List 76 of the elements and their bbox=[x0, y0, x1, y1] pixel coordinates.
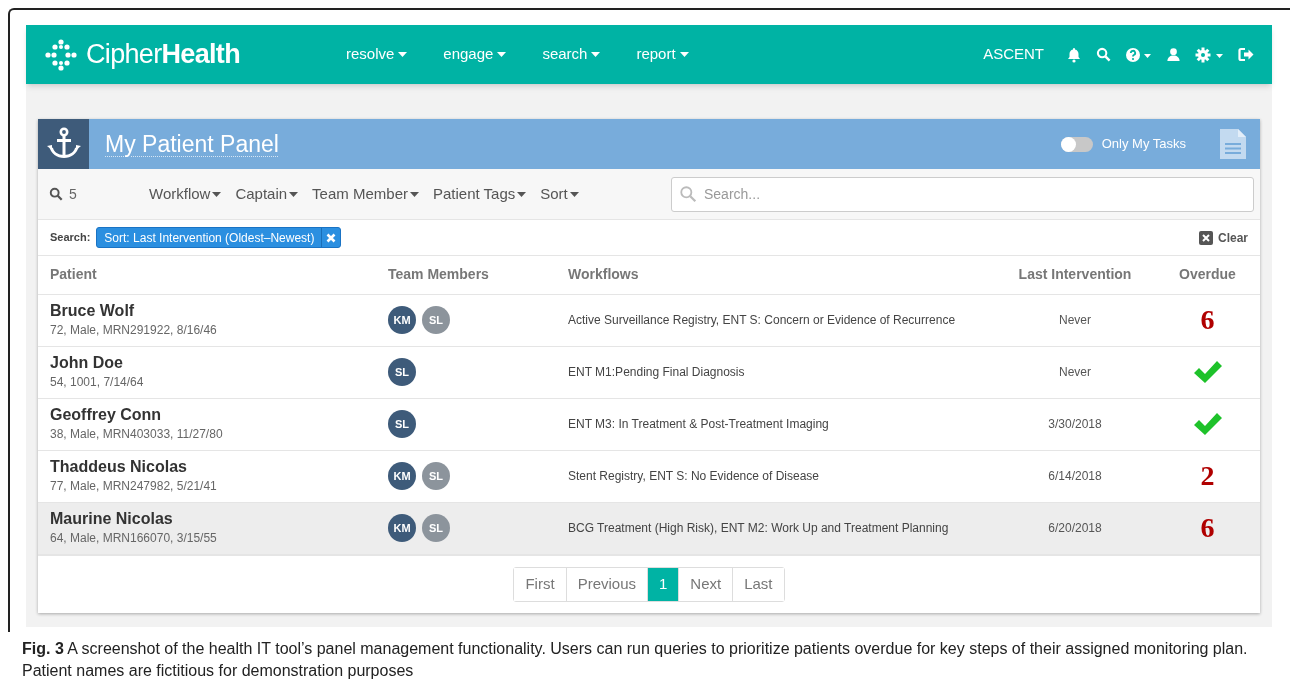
column-header: Last Intervention bbox=[995, 256, 1155, 294]
patient-details: 77, Male, MRN247982, 5/21/41 bbox=[50, 478, 218, 495]
workflow-cell: ENT M1:Pending Final Diagnosis bbox=[568, 346, 995, 398]
workflow-cell: Stent Registry, ENT S: No Evidence of Disease bbox=[568, 450, 995, 502]
caret-icon bbox=[398, 52, 408, 57]
last-intervention-cell: 3/30/2018 bbox=[995, 398, 1155, 450]
filter-dropdown[interactable]: Team Member bbox=[312, 182, 419, 206]
overdue-count: 6 bbox=[1200, 512, 1215, 543]
last-intervention-cell: 6/20/2018 bbox=[995, 502, 1155, 554]
caret-icon bbox=[497, 52, 507, 57]
caret-icon bbox=[679, 52, 689, 57]
logout-icon[interactable] bbox=[1238, 47, 1254, 62]
filter-dropdown[interactable]: Workflow bbox=[149, 182, 222, 206]
anchor-icon bbox=[45, 127, 82, 161]
table-row[interactable]: Geoffrey Conn 38, Male, MRN403033, 11/27/80 SL ENT M3: In Treatment & Post-Treatment Imaging 3/30/2018 bbox=[38, 398, 1260, 450]
page-button[interactable]: Last bbox=[732, 567, 784, 601]
search-icon bbox=[49, 187, 63, 201]
checkmark-icon bbox=[1192, 412, 1223, 437]
patient-name[interactable]: John Doe bbox=[50, 353, 388, 373]
search-label: Search: bbox=[50, 230, 91, 246]
patient-details: 64, Male, MRN166070, 3/15/55 bbox=[50, 530, 218, 547]
workflow-cell: ENT M3: In Treatment & Post-Treatment Imaging bbox=[568, 398, 995, 450]
caret-icon bbox=[591, 52, 601, 57]
column-header: Patient bbox=[38, 256, 388, 294]
checkmark-icon bbox=[1192, 360, 1223, 385]
settings-icon[interactable] bbox=[1195, 46, 1224, 63]
member-avatar[interactable]: KM bbox=[388, 306, 416, 334]
overdue-count: 2 bbox=[1200, 460, 1215, 491]
caret-icon bbox=[289, 191, 299, 197]
patient-details: 72, Male, MRN291922, 8/16/46 bbox=[50, 322, 218, 339]
help-icon[interactable] bbox=[1125, 46, 1152, 63]
table-row[interactable]: John Doe 54, 1001, 7/14/64 SL ENT M1:Pending Final Diagnosis Never bbox=[38, 346, 1260, 398]
member-avatar[interactable]: SL bbox=[388, 410, 416, 438]
document-icon[interactable] bbox=[1220, 129, 1246, 159]
close-icon bbox=[1198, 230, 1213, 245]
member-avatar[interactable]: KM bbox=[388, 462, 416, 490]
member-avatar[interactable]: SL bbox=[388, 358, 416, 386]
clear-button[interactable]: Clear bbox=[1198, 228, 1248, 247]
toggle-switch[interactable] bbox=[1060, 136, 1093, 152]
search-icon[interactable] bbox=[1096, 47, 1111, 62]
patient-name[interactable]: Bruce Wolf bbox=[50, 301, 388, 321]
search-field[interactable]: Search... bbox=[671, 176, 1254, 212]
patient-name[interactable]: Thaddeus Nicolas bbox=[50, 457, 388, 477]
overdue-count: 6 bbox=[1200, 304, 1215, 335]
logo-text: CipherHealth bbox=[86, 38, 240, 72]
close-icon[interactable] bbox=[326, 232, 337, 243]
patient-name[interactable]: Maurine Nicolas bbox=[50, 509, 388, 529]
column-header: Team Members bbox=[388, 256, 568, 294]
workflow-cell: BCG Treatment (High Risk), ENT M2: Work Up and Treatment Planning bbox=[568, 502, 995, 554]
caret-icon bbox=[409, 191, 419, 197]
workflow-cell: Active Surveillance Registry, ENT S: Concern or Evidence of Recurrence bbox=[568, 294, 995, 346]
column-header: Overdue bbox=[1155, 256, 1260, 294]
caret-icon bbox=[517, 191, 527, 197]
member-avatar[interactable]: KM bbox=[388, 514, 416, 542]
table-row[interactable]: Bruce Wolf 72, Male, MRN291922, 8/16/46 KM SL Active Surveillance Registry, ENT S: Concern or Evidence of Recurrence Never 6 bbox=[38, 294, 1260, 346]
result-count: 5 bbox=[69, 184, 78, 204]
user-icon[interactable] bbox=[1166, 47, 1181, 62]
search-icon bbox=[679, 184, 697, 203]
logo-icon bbox=[44, 37, 78, 72]
patient-details: 54, 1001, 7/14/64 bbox=[50, 374, 145, 391]
figure-caption: Fig. 3 A screenshot of the health IT tool’s panel management functionality. Users can run queries to prioritize patients overdue for key steps of their assigned monitoring plan. Patient names are fictitious for demonstration purposes bbox=[22, 639, 1249, 681]
panel-title: My Patient Panel bbox=[105, 129, 279, 159]
toggle-label: Only My Tasks bbox=[1101, 135, 1186, 154]
notification-bell-icon[interactable] bbox=[1066, 46, 1082, 63]
last-intervention-cell: 6/14/2018 bbox=[995, 450, 1155, 502]
table-row[interactable]: Thaddeus Nicolas 77, Male, MRN247982, 5/21/41 KM SL Stent Registry, ENT S: No Evidence of Disease 6/14/2018 2 bbox=[38, 450, 1260, 502]
filter-dropdown[interactable]: Patient Tags bbox=[432, 182, 527, 206]
filter-dropdown[interactable]: Captain bbox=[235, 182, 299, 206]
patient-details: 38, Male, MRN403033, 11/27/80 bbox=[50, 426, 224, 443]
filter-dropdown[interactable]: Sort bbox=[540, 182, 579, 206]
column-header: Workflows bbox=[568, 256, 995, 294]
caret-icon bbox=[569, 191, 579, 197]
last-intervention-cell: Never bbox=[995, 346, 1155, 398]
patient-name[interactable]: Geoffrey Conn bbox=[50, 405, 388, 425]
caret-icon bbox=[212, 191, 222, 197]
last-intervention-cell: Never bbox=[995, 294, 1155, 346]
